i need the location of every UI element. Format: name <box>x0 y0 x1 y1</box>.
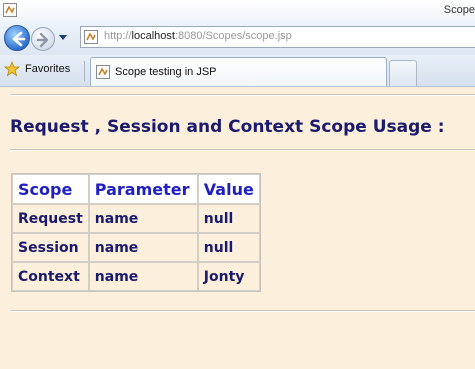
chevron-down-icon[interactable] <box>58 32 68 42</box>
tab-scope-testing[interactable]: Scope testing in JSP <box>90 57 387 86</box>
horizontal-rule-bottom <box>10 310 475 312</box>
url-path: :8080/Scopes/scope.jsp <box>174 30 292 42</box>
window-titlebar: Scope <box>0 0 475 23</box>
table-header-row: Scope Parameter Value <box>12 174 260 204</box>
cell-parameter: name <box>88 233 198 262</box>
page-heading: Request , Session and Context Scope Usag… <box>10 117 445 137</box>
cell-scope: Context <box>12 262 89 291</box>
table-row: Request name null <box>12 204 260 233</box>
java-page-icon <box>96 65 110 79</box>
cell-scope: Session <box>12 233 89 262</box>
table-row: Session name null <box>12 233 260 262</box>
column-header-scope: Scope <box>12 174 89 204</box>
back-arrow-icon <box>12 31 26 47</box>
favorites-label: Favorites <box>25 63 71 75</box>
toolbar-divider <box>84 61 85 81</box>
cell-parameter: name <box>88 262 198 291</box>
cell-scope: Request <box>12 204 89 233</box>
java-page-icon <box>84 30 98 44</box>
column-header-value: Value <box>197 174 260 204</box>
column-header-parameter: Parameter <box>88 174 198 204</box>
forward-button[interactable] <box>31 27 55 51</box>
tab-title: Scope testing in JSP <box>115 66 217 78</box>
favorites-bar: Favorites Scope testing in JSP <box>0 55 475 87</box>
cell-value: null <box>197 204 260 233</box>
table-row: Context name Jonty <box>12 262 260 291</box>
address-bar[interactable]: http://localhost:8080/Scopes/scope.jsp <box>80 26 475 48</box>
scope-table: Scope Parameter Value Request name null … <box>11 173 261 292</box>
horizontal-rule-middle <box>10 149 475 151</box>
cell-parameter: name <box>88 204 198 233</box>
new-tab-button[interactable] <box>389 60 417 86</box>
star-icon <box>4 61 20 77</box>
window-title: Scope <box>443 4 475 16</box>
java-page-icon <box>3 3 17 17</box>
back-button[interactable] <box>4 25 30 51</box>
horizontal-rule-top <box>10 94 475 96</box>
page-content: Request , Session and Context Scope Usag… <box>0 87 475 369</box>
url-host: localhost <box>131 30 175 42</box>
navigation-bar: http://localhost:8080/Scopes/scope.jsp <box>0 22 475 55</box>
forward-arrow-icon <box>36 32 49 48</box>
cell-value: Jonty <box>197 262 260 291</box>
cell-value: null <box>197 233 260 262</box>
url-scheme: http:// <box>104 30 132 42</box>
address-url[interactable]: http://localhost:8080/Scopes/scope.jsp <box>104 30 292 42</box>
